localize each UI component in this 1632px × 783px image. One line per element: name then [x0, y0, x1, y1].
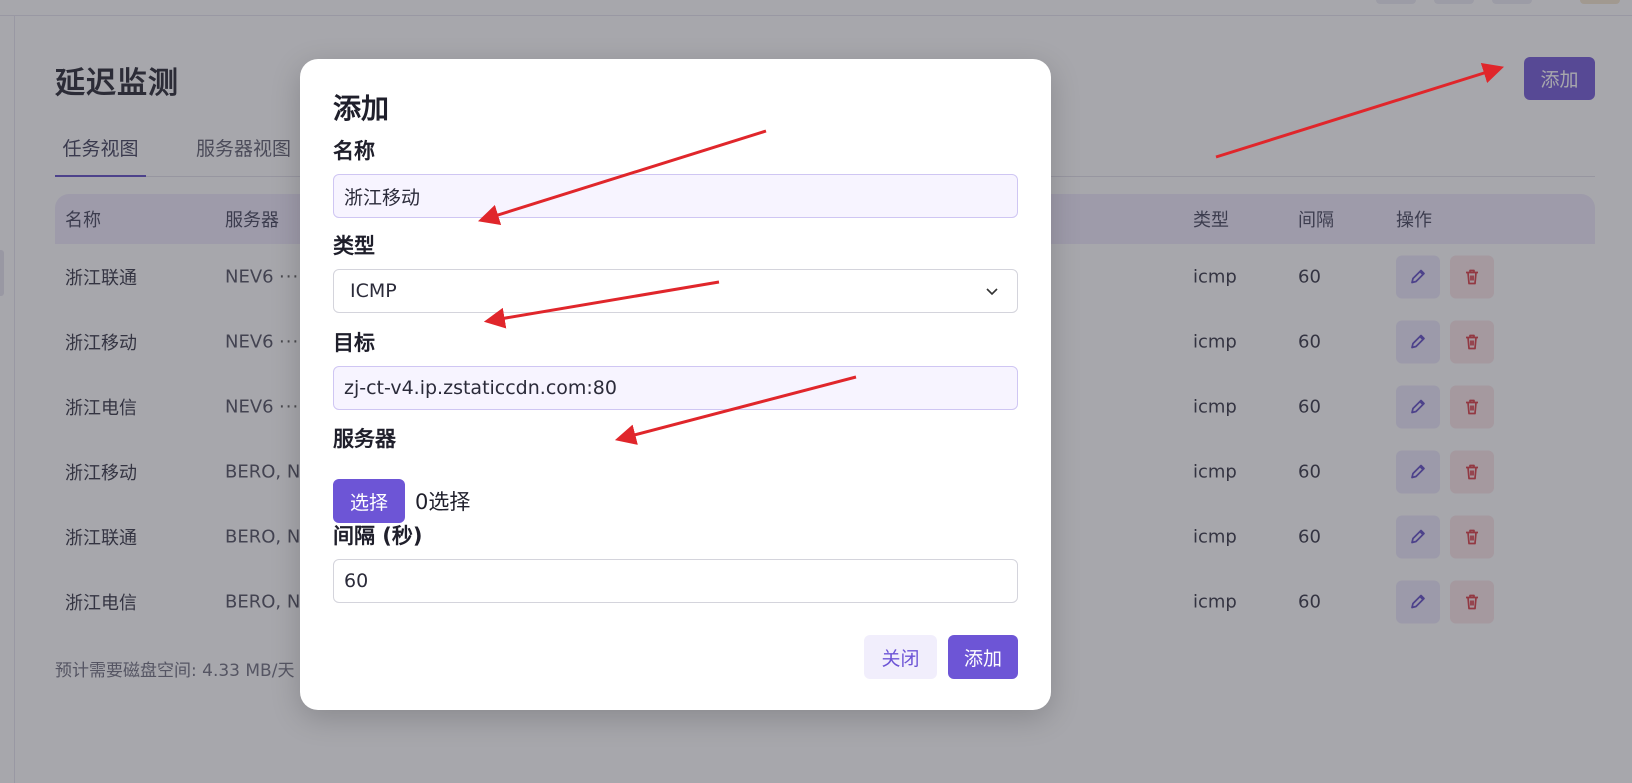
select-server-button[interactable]: 选择	[333, 479, 405, 523]
type-select-value: ICMP	[350, 280, 397, 302]
type-select[interactable]: ICMP	[333, 269, 1018, 313]
selected-count: 0选择	[415, 490, 471, 514]
type-label: 类型	[333, 234, 375, 258]
interval-label: 间隔 (秒)	[333, 524, 423, 548]
target-input[interactable]: zj-ct-v4.ip.zstaticcdn.com:80	[333, 366, 1018, 410]
name-label: 名称	[333, 139, 375, 163]
add-dialog: 添加 名称 浙江移动 类型 ICMP 目标 zj-ct-v4.ip.zstati…	[300, 59, 1051, 710]
chevron-down-icon	[986, 288, 998, 296]
name-input[interactable]: 浙江移动	[333, 174, 1018, 218]
server-picker: 选择 0选择	[333, 479, 470, 523]
dialog-title: 添加	[333, 92, 390, 125]
close-button[interactable]: 关闭	[864, 635, 937, 679]
server-label: 服务器	[333, 427, 396, 451]
confirm-add-button[interactable]: 添加	[948, 635, 1018, 679]
interval-input[interactable]: 60	[333, 559, 1018, 603]
target-label: 目标	[333, 331, 375, 355]
